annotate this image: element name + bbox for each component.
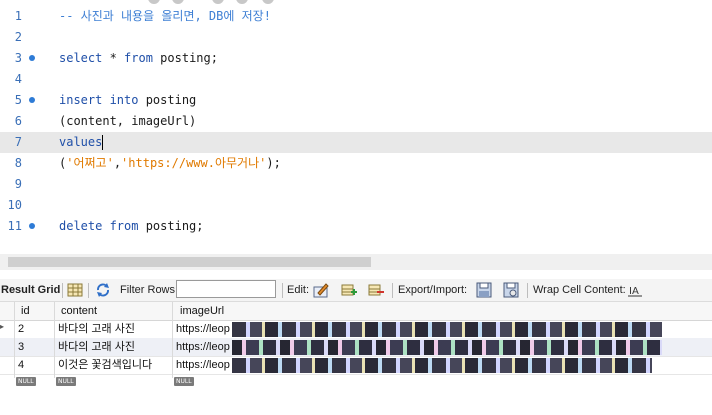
cell-imageurl[interactable]: https://leop <box>176 356 230 374</box>
code-token: (content, imageUrl) <box>59 114 197 128</box>
code-text[interactable]: values <box>59 132 104 153</box>
code-line[interactable]: 9 <box>0 174 712 195</box>
result-grid[interactable]: id content imageUrl 2 바다의 고래 사진 https://… <box>0 302 712 415</box>
cell-id[interactable]: 2 <box>18 320 24 338</box>
redacted-url-overlay <box>232 340 662 355</box>
column-header-imageurl[interactable]: imageUrl <box>180 302 224 320</box>
cell-content[interactable]: 바다의 고래 사진 <box>58 338 135 356</box>
code-line[interactable]: 10 <box>0 195 712 216</box>
cell-id[interactable]: 3 <box>18 338 24 356</box>
edit-label: Edit: <box>287 284 310 296</box>
code-text[interactable]: delete from posting; <box>59 216 204 237</box>
code-line[interactable]: 7 values <box>0 132 712 153</box>
code-token: select <box>59 51 103 65</box>
redacted-url-overlay <box>232 358 652 373</box>
code-line[interactable]: 2 <box>0 27 712 48</box>
code-token: * <box>102 51 125 65</box>
grid-view-icon[interactable] <box>67 282 83 298</box>
statement-marker-icon[interactable] <box>29 223 35 229</box>
wrap-cell-content-label: Wrap Cell Content: <box>533 284 626 296</box>
code-token: posting; <box>138 219 204 233</box>
result-grid-toolbar: Result Grid Filter Rows: Edit: Export/Im… <box>0 279 712 302</box>
cell-id[interactable]: 4 <box>18 356 24 374</box>
code-token: values <box>59 135 103 149</box>
import-icon[interactable] <box>503 282 519 298</box>
code-token: insert into <box>59 93 139 107</box>
statement-marker-icon[interactable] <box>29 55 35 61</box>
row-pointer-icon: ▸ <box>0 322 5 331</box>
svg-text:IA: IA <box>629 286 639 297</box>
result-grid-label[interactable]: Result Grid <box>1 284 60 296</box>
cell-content[interactable]: 이것은 꽃검색입니다 <box>58 356 152 374</box>
code-token: , <box>113 156 122 170</box>
delete-row-icon[interactable] <box>368 282 384 298</box>
scrollbar-thumb[interactable] <box>8 257 371 267</box>
export-import-label: Export/Import: <box>398 284 468 296</box>
refresh-icon[interactable] <box>95 282 111 298</box>
code-line[interactable]: 8 ('어쩌고','https://www.아무거나'); <box>0 153 712 174</box>
editor-horizontal-scrollbar[interactable] <box>0 254 712 270</box>
column-header-id[interactable]: id <box>21 302 30 320</box>
code-text[interactable]: ('어쩌고','https://www.아무거나'); <box>59 153 281 174</box>
top-toolbar-edge <box>0 0 712 4</box>
cell-imageurl[interactable]: https://leop <box>176 320 230 338</box>
code-token: delete from <box>59 219 139 233</box>
code-line[interactable]: 1 -- 사진과 내용을 올리면, DB에 저장! <box>0 6 712 27</box>
text-caret <box>102 135 104 150</box>
null-badge-content: NULL <box>56 377 76 386</box>
grid-header-row: id content imageUrl <box>0 302 712 321</box>
code-token: '어쩌고' <box>66 156 114 170</box>
export-icon[interactable] <box>476 282 492 298</box>
line-number: 9 <box>14 177 22 191</box>
line-number: 3 <box>14 51 22 65</box>
filter-rows-input[interactable] <box>176 280 276 298</box>
code-line[interactable]: 6 (content, imageUrl) <box>0 111 712 132</box>
add-row-icon[interactable] <box>341 282 357 298</box>
line-number: 7 <box>14 135 22 149</box>
code-text[interactable]: -- 사진과 내용을 올리면, DB에 저장! <box>59 6 271 27</box>
line-number: 10 <box>7 198 22 212</box>
wrap-text-icon[interactable]: IA <box>627 282 643 298</box>
edit-cell-icon[interactable] <box>313 282 329 298</box>
null-badge-id: NULL <box>16 377 36 386</box>
line-number: 1 <box>14 9 22 23</box>
cell-content[interactable]: 바다의 고래 사진 <box>58 320 135 338</box>
code-line[interactable]: 4 <box>0 69 712 90</box>
code-text[interactable]: (content, imageUrl) <box>59 111 196 132</box>
null-badge-imageurl: NULL <box>174 377 194 386</box>
code-line[interactable]: 3 select * from posting; <box>0 48 712 69</box>
line-number: 6 <box>14 114 22 128</box>
line-number: 11 <box>7 219 22 233</box>
code-token: -- 사진과 내용을 올리면, DB에 저장! <box>59 9 271 23</box>
code-line[interactable]: 11 delete from posting; <box>0 216 712 237</box>
new-row[interactable]: NULL NULL NULL <box>0 374 712 392</box>
code-token: ); <box>266 156 281 170</box>
line-number: 8 <box>14 156 22 170</box>
column-header-content[interactable]: content <box>61 302 97 320</box>
line-number: 5 <box>14 93 22 107</box>
line-number: 2 <box>14 30 22 44</box>
sql-editor[interactable]: 1 -- 사진과 내용을 올리면, DB에 저장! 2 3 select * from … <box>0 6 712 251</box>
code-token: posting; <box>152 51 218 65</box>
code-token: 'https://www.아무거나' <box>121 156 267 170</box>
line-number: 4 <box>14 72 22 86</box>
code-text[interactable]: select * from posting; <box>59 48 218 69</box>
cell-imageurl[interactable]: https://leop <box>176 338 230 356</box>
code-token: posting <box>138 93 197 107</box>
code-line[interactable]: 5 insert into posting <box>0 90 712 111</box>
code-text[interactable]: insert into posting <box>59 90 196 111</box>
statement-marker-icon[interactable] <box>29 97 35 103</box>
code-token: from <box>124 51 153 65</box>
redacted-url-overlay <box>232 322 662 337</box>
filter-rows-label: Filter Rows: <box>120 284 179 296</box>
